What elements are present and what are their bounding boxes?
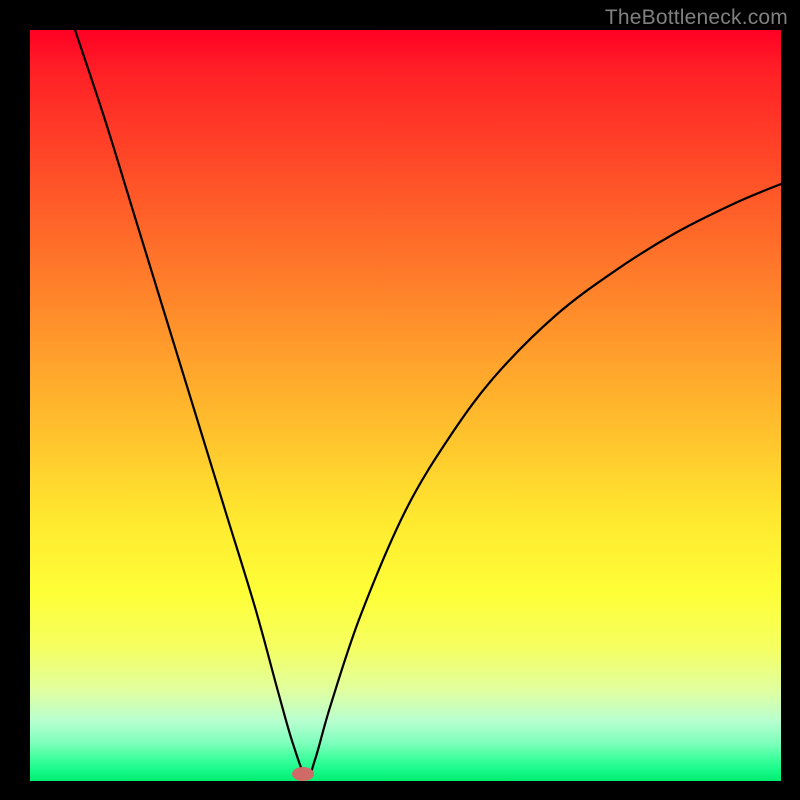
vertex-marker <box>292 767 314 781</box>
plot-area <box>30 30 781 781</box>
bottleneck-curve <box>30 30 781 781</box>
attribution-text: TheBottleneck.com <box>605 6 788 30</box>
